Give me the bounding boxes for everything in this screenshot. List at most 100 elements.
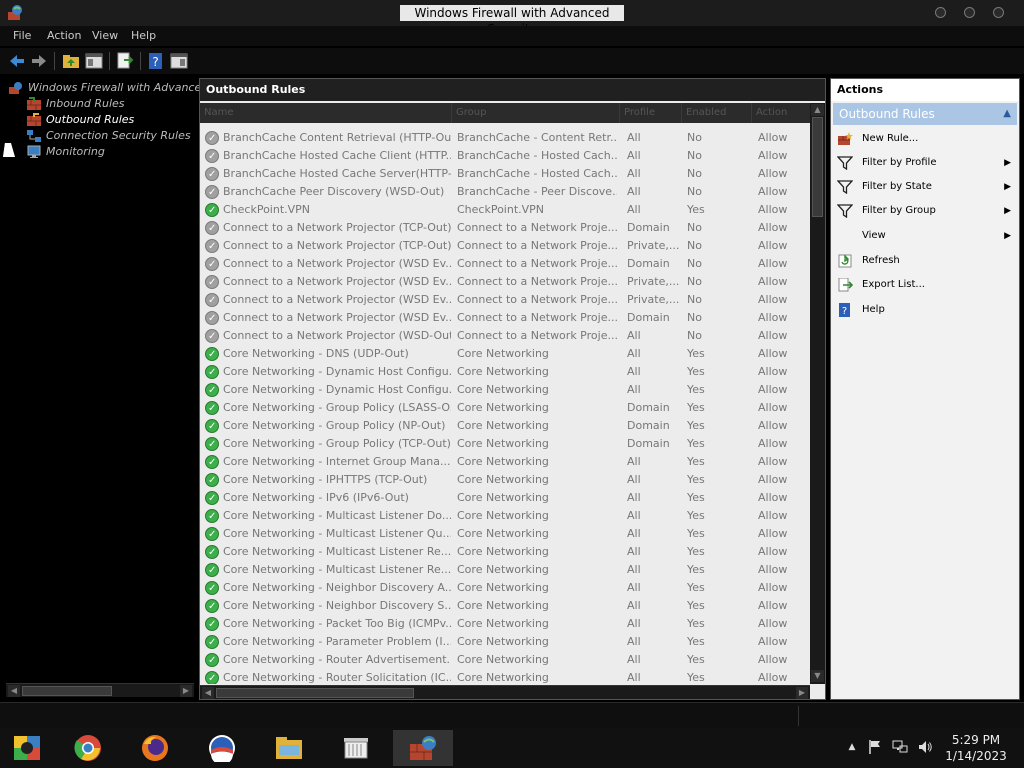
table-row[interactable]: Core Networking - Neighbor Discovery S..… bbox=[200, 597, 810, 616]
taskbar-obama-app[interactable] bbox=[192, 730, 252, 766]
volume-icon[interactable] bbox=[917, 739, 933, 755]
rule-action: Allow bbox=[758, 275, 788, 288]
taskbar-start-app[interactable] bbox=[0, 730, 56, 766]
table-row[interactable]: Core Networking - Dynamic Host Configu..… bbox=[200, 363, 810, 382]
refresh-icon bbox=[837, 254, 853, 268]
collapse-arrow-icon[interactable]: ▲ bbox=[1003, 103, 1011, 125]
close-button[interactable] bbox=[993, 7, 1004, 18]
column-header-group[interactable]: Group bbox=[452, 103, 620, 123]
taskbar-clock[interactable]: 5:29 PM 1/14/2023 bbox=[935, 732, 1017, 764]
network-icon[interactable] bbox=[892, 739, 908, 755]
tree-horizontal-scrollbar[interactable]: ◀ ▶ bbox=[6, 683, 194, 697]
table-row[interactable]: BranchCache Hosted Cache Client (HTTP...… bbox=[200, 147, 810, 166]
submenu-arrow-icon: ▶ bbox=[1004, 231, 1011, 241]
table-row[interactable]: Core Networking - Dynamic Host Configu..… bbox=[200, 381, 810, 400]
action-new-rule[interactable]: New Rule... bbox=[831, 129, 1019, 149]
table-row[interactable]: Core Networking - IPv6 (IPv6-Out) Core Ne… bbox=[200, 489, 810, 508]
action-filter-by-profile[interactable]: Filter by Profile ▶ bbox=[831, 153, 1019, 173]
help-icon[interactable]: ? bbox=[146, 51, 166, 71]
scroll-thumb[interactable] bbox=[22, 686, 112, 696]
show-hidden-icons-icon[interactable]: ▲ bbox=[844, 739, 860, 755]
table-row[interactable]: Core Networking - Neighbor Discovery A..… bbox=[200, 579, 810, 598]
table-row[interactable]: Core Networking - Router Advertisement..… bbox=[200, 651, 810, 670]
back-arrow-icon[interactable] bbox=[7, 51, 27, 71]
column-header-profile[interactable]: Profile bbox=[620, 103, 682, 123]
taskbar-chrome[interactable] bbox=[58, 730, 118, 766]
rules-vertical-scrollbar[interactable]: ▲ ▼ bbox=[810, 103, 825, 684]
action-export-list[interactable]: Export List... bbox=[831, 275, 1019, 295]
action-filter-by-group[interactable]: Filter by Group ▶ bbox=[831, 201, 1019, 221]
taskbar-file-explorer[interactable] bbox=[259, 730, 319, 766]
taskbar-firefox[interactable] bbox=[125, 730, 185, 766]
taskbar-firewall[interactable] bbox=[393, 730, 453, 766]
scroll-thumb[interactable] bbox=[812, 117, 823, 217]
actions-section-outbound-rules[interactable]: Outbound Rules ▲ bbox=[833, 103, 1017, 125]
table-row[interactable]: Core Networking - Multicast Listener Re.… bbox=[200, 543, 810, 562]
rule-disabled-icon bbox=[205, 130, 219, 148]
table-row[interactable]: Core Networking - Group Policy (TCP-Out)… bbox=[200, 435, 810, 454]
table-row[interactable]: Core Networking - Multicast Listener Re.… bbox=[200, 561, 810, 580]
table-row[interactable]: BranchCache Peer Discovery (WSD-Out) Bran… bbox=[200, 183, 810, 202]
maximize-button[interactable] bbox=[964, 7, 975, 18]
scroll-right-arrow-icon[interactable]: ▶ bbox=[180, 685, 192, 697]
table-row[interactable]: Core Networking - Packet Too Big (ICMPv.… bbox=[200, 615, 810, 634]
menu-action[interactable]: Action bbox=[47, 29, 81, 42]
rules-horizontal-scrollbar[interactable]: ◀ ▶ bbox=[200, 685, 810, 699]
action-view[interactable]: View ▶ bbox=[831, 226, 1019, 246]
table-row[interactable]: Connect to a Network Projector (WSD Ev..… bbox=[200, 309, 810, 328]
table-row[interactable]: Core Networking - Multicast Listener Qu.… bbox=[200, 525, 810, 544]
menu-view[interactable]: View bbox=[92, 29, 118, 42]
column-header-action[interactable]: Action bbox=[752, 103, 810, 123]
scroll-up-arrow-icon[interactable]: ▲ bbox=[811, 104, 824, 116]
rule-action: Allow bbox=[758, 473, 788, 486]
taskbar-control-panel[interactable] bbox=[326, 730, 386, 766]
action-refresh[interactable]: Refresh bbox=[831, 251, 1019, 271]
action-filter-by-state[interactable]: Filter by State ▶ bbox=[831, 177, 1019, 197]
table-row[interactable]: Connect to a Network Projector (WSD Ev..… bbox=[200, 291, 810, 310]
tree-root[interactable]: Windows Firewall with Advanced bbox=[8, 80, 208, 96]
tree-item-monitoring[interactable]: Monitoring bbox=[26, 144, 105, 160]
action-help[interactable]: ? Help bbox=[831, 300, 1019, 320]
table-row[interactable]: Core Networking - Internet Group Mana...… bbox=[200, 453, 810, 472]
forward-arrow-icon[interactable] bbox=[29, 51, 49, 71]
table-row[interactable]: Core Networking - IPHTTPS (TCP-Out) Core … bbox=[200, 471, 810, 490]
table-row[interactable]: Connect to a Network Projector (WSD Ev..… bbox=[200, 255, 810, 274]
table-row[interactable]: CheckPoint.VPN CheckPoint.VPN All Yes Allow bbox=[200, 201, 810, 220]
column-header-enabled[interactable]: Enabled bbox=[682, 103, 752, 123]
folder-up-icon[interactable] bbox=[61, 51, 81, 71]
scroll-left-arrow-icon[interactable]: ◀ bbox=[202, 687, 214, 699]
table-row[interactable]: Connect to a Network Projector (TCP-Out)… bbox=[200, 219, 810, 238]
rule-group: Connect to a Network Proje... bbox=[457, 239, 617, 252]
table-row[interactable]: Core Networking - Group Policy (LSASS-O.… bbox=[200, 399, 810, 418]
rule-action: Allow bbox=[758, 509, 788, 522]
minimize-button[interactable] bbox=[935, 7, 946, 18]
show-hide-console-tree-icon[interactable] bbox=[84, 51, 104, 71]
rule-enabled: No bbox=[687, 275, 702, 288]
menu-help[interactable]: Help bbox=[131, 29, 156, 42]
firewall-app-icon[interactable] bbox=[6, 4, 24, 22]
toolbar-separator bbox=[54, 52, 55, 70]
export-list-icon[interactable] bbox=[115, 51, 135, 71]
scroll-thumb[interactable] bbox=[216, 688, 414, 698]
table-row[interactable]: Core Networking - Parameter Problem (I..… bbox=[200, 633, 810, 652]
table-row[interactable]: BranchCache Hosted Cache Server(HTTP-...… bbox=[200, 165, 810, 184]
tree-item-connection-security-rules[interactable]: Connection Security Rules bbox=[26, 128, 191, 144]
table-row[interactable]: Connect to a Network Projector (TCP-Out)… bbox=[200, 237, 810, 256]
scroll-down-arrow-icon[interactable]: ▼ bbox=[811, 670, 824, 682]
column-header-name[interactable]: Name bbox=[200, 103, 452, 123]
table-row[interactable]: Connect to a Network Projector (WSD-Out)… bbox=[200, 327, 810, 346]
show-hide-action-pane-icon[interactable] bbox=[169, 51, 189, 71]
tree-item-inbound-rules[interactable]: Inbound Rules bbox=[26, 96, 125, 112]
table-row[interactable]: Core Networking - DNS (UDP-Out) Core Netw… bbox=[200, 345, 810, 364]
tree-item-outbound-rules[interactable]: Outbound Rules bbox=[26, 112, 134, 128]
scroll-left-arrow-icon[interactable]: ◀ bbox=[8, 685, 20, 697]
table-row[interactable]: BranchCache Content Retrieval (HTTP-Out)… bbox=[200, 129, 810, 148]
table-row[interactable]: Core Networking - Multicast Listener Do.… bbox=[200, 507, 810, 526]
table-row[interactable]: Connect to a Network Projector (WSD Ev..… bbox=[200, 273, 810, 292]
table-row[interactable]: Core Networking - Router Solicitation (I… bbox=[200, 669, 810, 684]
menu-file[interactable]: File bbox=[13, 29, 31, 42]
flag-icon[interactable] bbox=[867, 739, 883, 755]
rule-profile: All bbox=[627, 185, 641, 198]
table-row[interactable]: Core Networking - Group Policy (NP-Out) C… bbox=[200, 417, 810, 436]
scroll-right-arrow-icon[interactable]: ▶ bbox=[796, 687, 808, 699]
